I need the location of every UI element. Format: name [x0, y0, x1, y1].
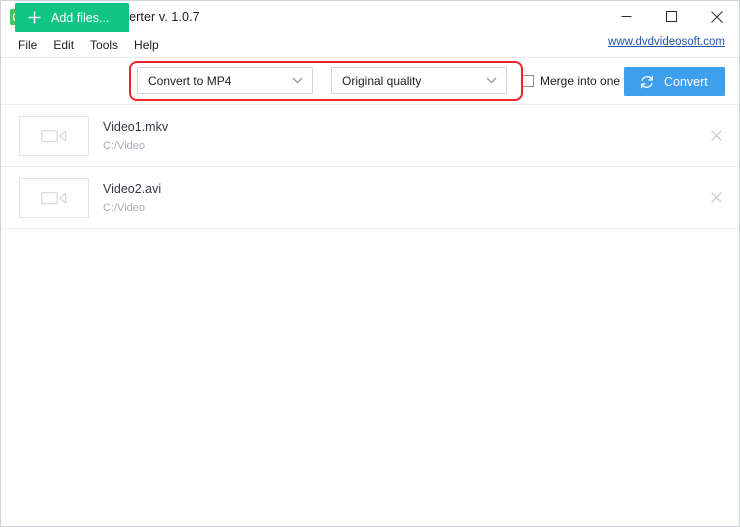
list-item[interactable]: Video2.avi C:/Video: [1, 167, 739, 229]
file-list: Video1.mkv C:/Video Video2.avi C:/Video: [1, 105, 739, 229]
add-files-label: Add files...: [51, 10, 110, 25]
refresh-icon: [639, 74, 655, 90]
file-path: C:/Video: [103, 201, 145, 214]
file-meta: Video1.mkv C:/Video: [103, 120, 168, 152]
output-quality-select[interactable]: Original quality: [331, 67, 507, 94]
toolbar: Add files... Convert to MP4 Original qua…: [1, 3, 739, 105]
maximize-icon[interactable]: [649, 1, 694, 32]
menu-item-file[interactable]: File: [18, 35, 37, 55]
file-meta: Video2.avi C:/Video: [103, 182, 161, 214]
chevron-down-icon: [292, 77, 303, 84]
menu-item-edit[interactable]: Edit: [53, 35, 74, 55]
add-files-button[interactable]: Add files...: [15, 3, 129, 32]
application-window: Free Video Converter v. 1.0.7 File: [0, 0, 740, 527]
website-link[interactable]: www.dvdvideosoft.com: [608, 36, 725, 48]
window-controls: [604, 1, 739, 32]
output-format-select[interactable]: Convert to MP4: [137, 67, 313, 94]
merge-checkbox[interactable]: [522, 74, 534, 87]
menu-item-help[interactable]: Help: [134, 35, 159, 55]
remove-file-button[interactable]: [706, 188, 726, 208]
close-icon[interactable]: [694, 1, 739, 32]
video-camera-icon: [19, 177, 89, 218]
convert-button[interactable]: Convert: [624, 67, 725, 96]
file-name: Video2.avi: [103, 181, 162, 196]
remove-file-button[interactable]: [706, 126, 726, 146]
file-path: C:/Video: [103, 139, 145, 152]
merge-into-one-file-option[interactable]: Merge into one file: [522, 67, 639, 94]
output-format-value: Convert to MP4: [148, 73, 232, 88]
file-name: Video1.mkv: [103, 119, 169, 134]
video-camera-icon: [19, 115, 89, 156]
menu-bar: File Edit Tools Help www.dvdvideosoft.co…: [1, 32, 739, 57]
list-item[interactable]: Video1.mkv C:/Video: [1, 105, 739, 167]
minimize-icon[interactable]: [604, 1, 649, 32]
output-quality-value: Original quality: [342, 73, 422, 88]
convert-label: Convert: [664, 74, 708, 89]
empty-drop-area[interactable]: [1, 229, 739, 526]
content-area: Video1.mkv C:/Video Video2.avi C:/Video: [1, 105, 739, 526]
chevron-down-icon: [486, 77, 497, 84]
menu-item-tools[interactable]: Tools: [90, 35, 118, 55]
plus-icon: [28, 11, 41, 24]
